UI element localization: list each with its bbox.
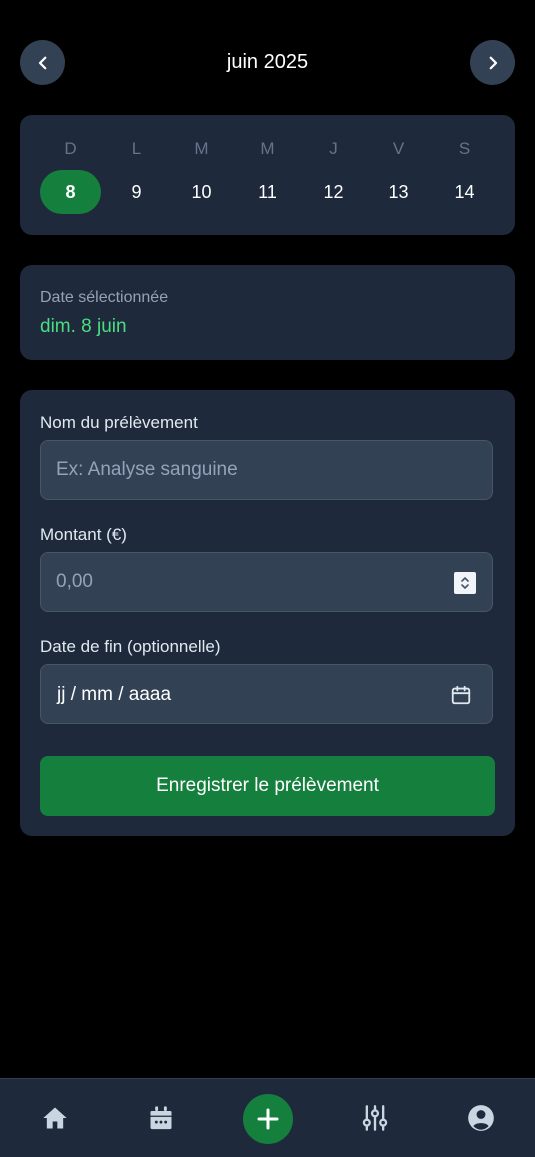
day-12[interactable]: 12: [303, 170, 364, 214]
week-strip: D 8 L 9 M 10 M 11 J 12 V 13 S 14: [20, 115, 515, 235]
amount-input[interactable]: [41, 553, 492, 611]
end-date-field[interactable]: jj / mm / aaaa: [40, 664, 493, 724]
day-letter: J: [329, 139, 338, 158]
month-title: juin 2025: [226, 51, 309, 73]
day-letter: V: [392, 139, 405, 158]
day-8[interactable]: 8: [40, 170, 101, 214]
day-14[interactable]: 14: [434, 170, 495, 214]
day-letter: L: [131, 139, 142, 158]
selected-date-label: Date sélectionnée: [40, 289, 169, 306]
nav-profile[interactable]: [463, 1100, 499, 1136]
stepper-arrows-icon: [461, 577, 469, 589]
nav-add-button[interactable]: [243, 1094, 293, 1144]
day-letter: D: [64, 139, 77, 158]
debit-form: Nom du prélèvement Montant (€) Date de f…: [20, 390, 515, 836]
next-month-button[interactable]: [470, 40, 515, 85]
home-icon: [43, 1107, 67, 1129]
nav-home[interactable]: [37, 1100, 73, 1136]
bottom-navigation: [0, 1078, 535, 1157]
amount-label: Montant (€): [40, 525, 127, 544]
save-debit-button[interactable]: Enregistrer le prélèvement: [40, 756, 495, 816]
day-13[interactable]: 13: [368, 170, 429, 214]
plus-icon: [257, 1108, 279, 1130]
name-input[interactable]: [41, 441, 492, 499]
name-label: Nom du prélèvement: [40, 413, 198, 432]
calendar-picker-icon[interactable]: [450, 684, 472, 706]
selected-date-value: dim. 8 juin: [40, 316, 127, 337]
chevron-right-icon: [489, 56, 497, 69]
sliders-icon: [362, 1105, 388, 1131]
day-9[interactable]: 9: [106, 170, 167, 214]
user-icon: [468, 1105, 494, 1131]
day-11[interactable]: 11: [237, 170, 298, 214]
name-field[interactable]: [40, 440, 493, 500]
day-letter: M: [260, 139, 275, 158]
amount-field[interactable]: [40, 552, 493, 612]
nav-settings[interactable]: [357, 1100, 393, 1136]
end-date-value[interactable]: jj / mm / aaaa: [57, 684, 171, 706]
day-letter: S: [458, 139, 471, 158]
end-date-label: Date de fin (optionnelle): [40, 637, 221, 656]
calendar-icon: [150, 1106, 172, 1130]
amount-stepper[interactable]: [454, 572, 476, 594]
nav-calendar[interactable]: [143, 1100, 179, 1136]
selected-date-card: Date sélectionnée dim. 8 juin: [20, 265, 515, 360]
day-letter: M: [194, 139, 209, 158]
day-10[interactable]: 10: [171, 170, 232, 214]
